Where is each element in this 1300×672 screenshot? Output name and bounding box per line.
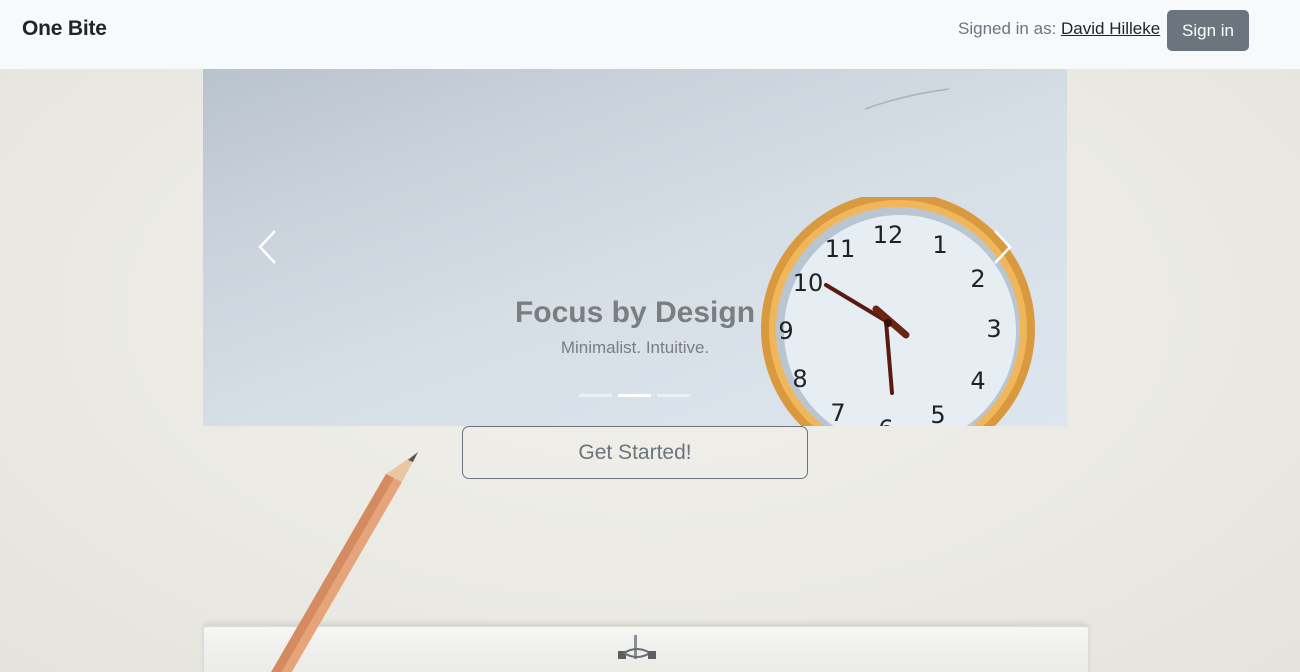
pencil-image [271,452,418,672]
carousel-indicator-2[interactable] [618,394,651,397]
carousel-title: Focus by Design [514,296,756,329]
signed-in-label: Signed in as: [958,19,1062,38]
svg-text:7: 7 [830,399,845,426]
svg-text:12: 12 [873,221,904,249]
carousel-caption: Focus by Design Minimalist. Intuitive. [203,293,1067,358]
get-started-button[interactable]: Get Started! [462,426,808,479]
svg-text:1: 1 [932,231,947,259]
chevron-right-icon[interactable] [987,225,1017,269]
binder-clip-icon [618,635,656,659]
svg-text:8: 8 [792,365,807,393]
svg-text:5: 5 [930,401,945,426]
svg-text:6: 6 [878,415,893,426]
user-name-link[interactable]: David Hilleke [1061,19,1160,38]
svg-text:11: 11 [825,235,856,263]
signed-in-text: Signed in as: David Hilleke [958,19,1160,39]
svg-text:2: 2 [970,265,985,293]
carousel-indicator-3[interactable] [657,394,690,397]
carousel-indicators [579,394,690,397]
sign-in-button[interactable]: Sign in [1167,10,1249,51]
hero-carousel: 12 1 2 3 4 5 6 7 8 9 10 11 Focus by Desi… [203,69,1067,426]
carousel-subtitle: Minimalist. Intuitive. [560,338,710,357]
svg-text:4: 4 [970,367,985,395]
chevron-left-icon[interactable] [253,225,283,269]
navbar: One Bite Signed in as: David Hilleke Sig… [0,0,1300,69]
carousel-indicator-1[interactable] [579,394,612,397]
brand-logo[interactable]: One Bite [22,17,107,41]
